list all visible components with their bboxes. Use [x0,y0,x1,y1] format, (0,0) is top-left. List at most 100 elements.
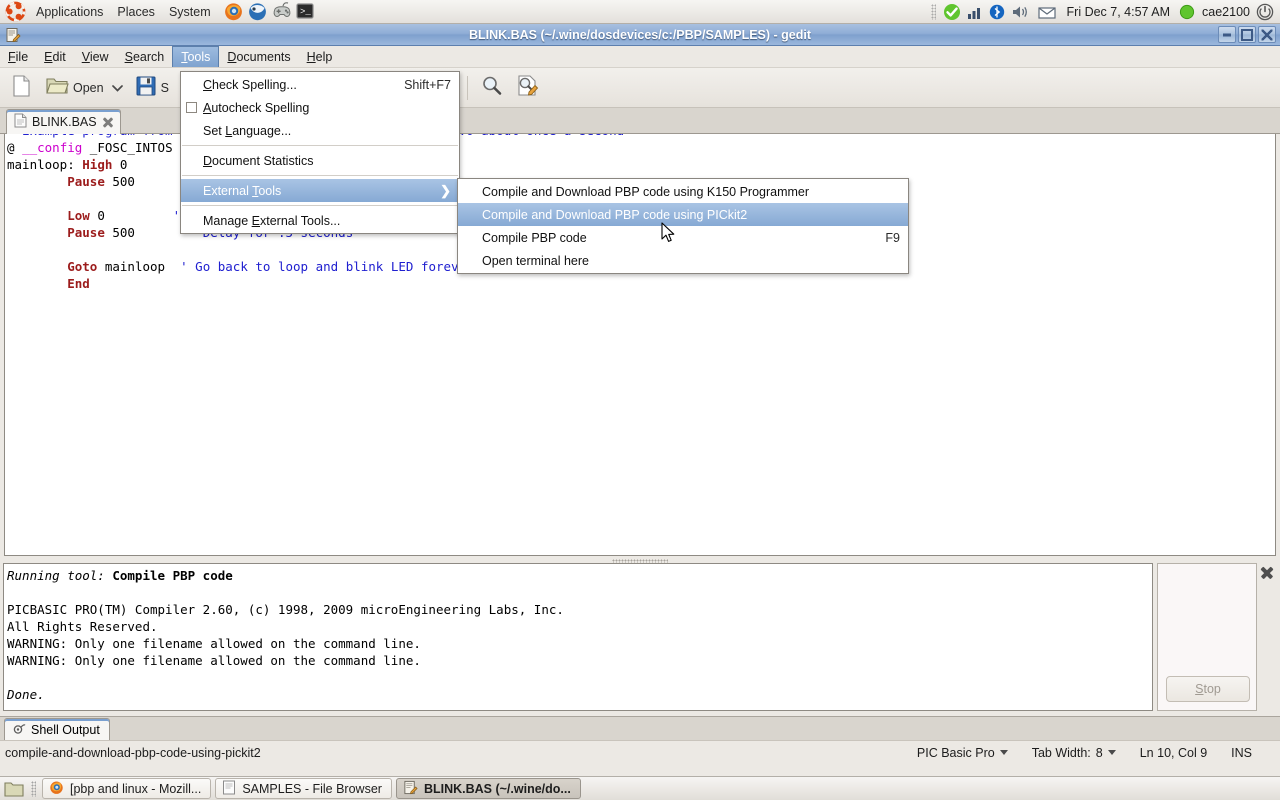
document-statistics-label: ocument Statistics [212,154,313,168]
language-selector[interactable]: PIC Basic Pro [905,746,1020,760]
code-line-9-arg: mainloop [97,259,165,274]
running-tool-label: Running tool: [7,568,112,583]
menu-separator-2 [182,175,458,176]
autocheck-checkbox[interactable] [186,102,197,113]
desktop-screen: Applications Places System [0,0,1280,800]
code-line-3-keyword: High [82,157,112,172]
code-line-2-b: _FOSC_INTOS [82,140,172,155]
task-button-firefox[interactable]: [pbp and linux - Mozill... [42,778,211,799]
menu-item-external-tools[interactable]: External Tools ❯ [181,179,459,202]
panel-menu-places[interactable]: Places [110,1,162,23]
user-status-icon[interactable] [1179,4,1195,20]
new-document-button[interactable] [6,71,38,105]
replace-button[interactable] [511,71,545,105]
terminal-icon[interactable]: >_ [295,1,317,23]
chevron-down-icon-tab-width [1108,750,1116,755]
menu-item-open-terminal-here[interactable]: Open terminal here [458,249,908,272]
open-folder-icon [45,75,69,100]
volume-icon[interactable] [1010,2,1032,22]
bottom-panel-tabs: Shell Output [0,716,1280,740]
find-button[interactable] [475,71,509,105]
window-titlebar[interactable]: BLINK.BAS (~/.wine/dosdevices/c:/PBP/SAM… [0,24,1280,46]
save-button[interactable]: S [130,71,174,105]
compile-pbp-code-label: Compile PBP code [482,231,587,245]
code-line-7-keyword: Pause [67,225,105,240]
code-line-9-comment: ' Go back to loop and blink LED forever [180,259,474,274]
check-spelling-accel: Shift+F7 [376,78,451,92]
open-button[interactable]: Open [40,71,128,105]
user-name[interactable]: cae2100 [1198,5,1252,19]
tab-shell-output[interactable]: Shell Output [4,718,110,741]
menubar-item-view[interactable]: View [74,46,117,67]
bluetooth-icon[interactable] [988,2,1006,22]
menubar-item-documents[interactable]: Documents [219,46,298,67]
show-desktop-icon[interactable] [3,779,25,799]
close-button[interactable] [1258,26,1276,43]
maximize-button[interactable] [1238,26,1256,43]
tab-width-selector[interactable]: Tab Width: 8 [1020,746,1128,760]
taskbar: [pbp and linux - Mozill... SAMPLES - Fil… [0,776,1280,800]
insert-mode-indicator[interactable]: INS [1219,746,1280,760]
output-panel: Running tool: Compile PBP code PICBASIC … [0,563,1280,715]
minimize-button[interactable] [1218,26,1236,43]
update-ok-icon[interactable] [942,2,962,22]
menu-item-compile-pbp-code[interactable]: Compile PBP code F9 [458,226,908,249]
tab-width-value: 8 [1096,746,1103,760]
compile-download-pickit2-label: Compile and Download PBP code using PICk… [482,208,747,222]
panel-menu-applications[interactable]: Applications [29,1,110,23]
open-dropdown-icon[interactable] [112,81,123,95]
task-button-gedit[interactable]: BLINK.BAS (~/.wine/do... [396,778,581,799]
code-gap-9 [165,259,180,274]
menu-item-compile-download-k150[interactable]: Compile and Download PBP code using K150… [458,180,908,203]
menu-item-autocheck-spelling[interactable]: Autocheck Spelling [181,96,459,119]
window-title: BLINK.BAS (~/.wine/dosdevices/c:/PBP/SAM… [0,28,1280,42]
stop-button[interactable]: Stop [1166,676,1250,702]
gedit-icon [5,27,21,43]
shell-output-text[interactable]: Running tool: Compile PBP code PICBASIC … [3,563,1153,711]
tab-label: BLINK.BAS [32,115,97,129]
save-icon [135,75,157,100]
network-signal-icon[interactable] [966,2,984,22]
code-line-4-keyword: Pause [67,174,105,189]
thunderbird-icon[interactable] [247,1,269,23]
menubar-item-help[interactable]: Help [299,46,341,67]
close-tab-icon[interactable] [102,116,114,128]
mail-icon[interactable] [1036,2,1058,22]
gamepad-icon[interactable] [271,1,293,23]
menu-file-rest: ile [16,50,29,64]
menu-separator-3 [182,205,458,206]
external-tools-label: ools [258,184,281,198]
output-line-3: WARNING: Only one filename allowed on th… [7,636,421,651]
tray-drag-handle[interactable] [931,4,936,20]
taskbar-drag-handle[interactable] [31,781,36,797]
menu-separator-1 [182,145,458,146]
tab-blink-bas[interactable]: BLINK.BAS [6,109,121,134]
menu-item-document-statistics[interactable]: Document Statistics [181,149,459,172]
panel-menu-system[interactable]: System [162,1,218,23]
menubar-item-search[interactable]: Search [117,46,173,67]
close-panel-icon[interactable] [1260,566,1274,580]
task-label-gedit: BLINK.BAS (~/.wine/do... [424,782,571,796]
folder-window-icon [222,780,236,798]
set-language-label: anguage... [232,124,291,138]
menubar-item-edit[interactable]: Edit [36,46,74,67]
menubar-item-file[interactable]: File [0,46,36,67]
menu-item-manage-external-tools[interactable]: Manage External Tools... [181,209,459,232]
task-label-firefox: [pbp and linux - Mozill... [70,782,201,796]
window-controls [1218,26,1276,43]
menu-item-set-language[interactable]: Set Language... [181,119,459,142]
ubuntu-logo-icon[interactable] [5,1,26,22]
firefox-icon[interactable] [223,1,245,23]
menu-item-compile-download-pickit2[interactable]: Compile and Download PBP code using PICk… [458,203,908,226]
places-label: Places [117,5,155,19]
menu-item-check-spelling[interactable]: Check Spelling... Shift+F7 [181,73,459,96]
power-icon[interactable] [1255,2,1275,22]
task-button-file-browser[interactable]: SAMPLES - File Browser [215,778,392,799]
gedit-icon-task [403,780,418,798]
menubar-item-tools[interactable]: Tools [172,46,219,67]
compile-download-k150-label: Compile and Download PBP code using K150… [482,185,809,199]
status-message: compile-and-download-pbp-code-using-pick… [0,746,905,760]
clock[interactable]: Fri Dec 7, 4:57 AM [1061,5,1177,19]
code-line-6-arg: 0 [90,208,105,223]
code-line-3-label: mainloop: [7,157,82,172]
